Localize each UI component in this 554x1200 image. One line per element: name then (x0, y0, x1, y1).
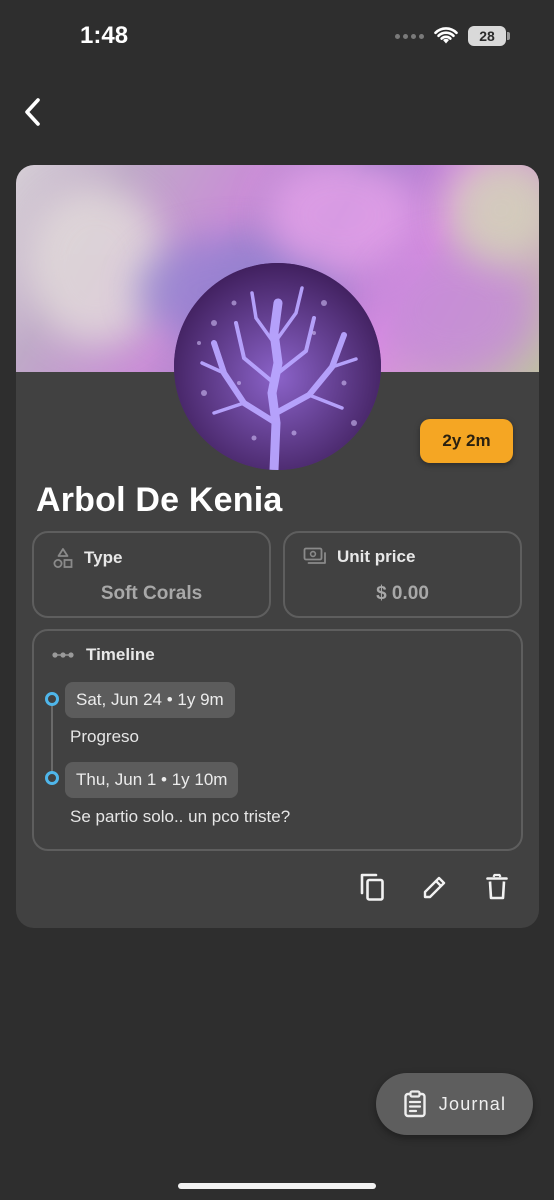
status-bar: 1:48 28 (0, 0, 554, 76)
timeline-title: Timeline (86, 645, 155, 664)
shapes-icon (53, 548, 73, 568)
wifi-icon (434, 27, 458, 44)
money-icon (303, 547, 326, 564)
coral-card: 2y 2m Arbol De Kenia Type Soft Corals Un… (16, 165, 539, 928)
delete-button[interactable] (479, 869, 515, 905)
price-header: Unit price (303, 547, 415, 567)
coral-name: Arbol De Kenia (36, 481, 283, 519)
timeline-date-chip[interactable]: Thu, Jun 1 • 1y 10m (65, 762, 239, 798)
back-button[interactable] (14, 94, 50, 130)
coral-photo (174, 263, 381, 470)
type-header: Type (52, 547, 122, 569)
timeline-dot (45, 692, 59, 706)
chevron-left-icon (25, 98, 40, 126)
journal-button[interactable]: Journal (376, 1073, 533, 1135)
timeline-note: Se partio solo.. un pco triste? (70, 807, 291, 826)
status-indicators: 28 (395, 26, 510, 46)
age-badge: 2y 2m (420, 419, 513, 463)
edit-button[interactable] (417, 869, 453, 905)
delete-icon (486, 873, 508, 900)
battery-indicator: 28 (468, 26, 510, 46)
type-label: Type (84, 548, 123, 567)
status-time: 1:48 (80, 22, 129, 49)
journal-label: Journal (438, 1093, 507, 1114)
timeline-connector (51, 699, 53, 781)
timeline-date-chip[interactable]: Sat, Jun 24 • 1y 9m (65, 682, 235, 718)
timeline-note: Progreso (70, 727, 139, 746)
timeline-box: Timeline Sat, Jun 24 • 1y 9m Progreso Th… (32, 629, 523, 851)
type-value: Soft Corals (100, 583, 203, 604)
cellular-signal-icon (395, 33, 424, 39)
timeline-header: Timeline (52, 645, 155, 665)
copy-icon (360, 873, 384, 901)
price-value: $ 0.00 (376, 583, 429, 604)
home-indicator[interactable] (178, 1183, 376, 1189)
type-box: Type Soft Corals (32, 531, 271, 618)
price-box: Unit price $ 0.00 (283, 531, 522, 618)
copy-button[interactable] (354, 869, 390, 905)
timeline-dot (45, 771, 59, 785)
clipboard-icon (404, 1090, 426, 1118)
price-label: Unit price (337, 547, 416, 566)
timeline-icon (52, 652, 74, 658)
edit-icon (423, 876, 446, 899)
